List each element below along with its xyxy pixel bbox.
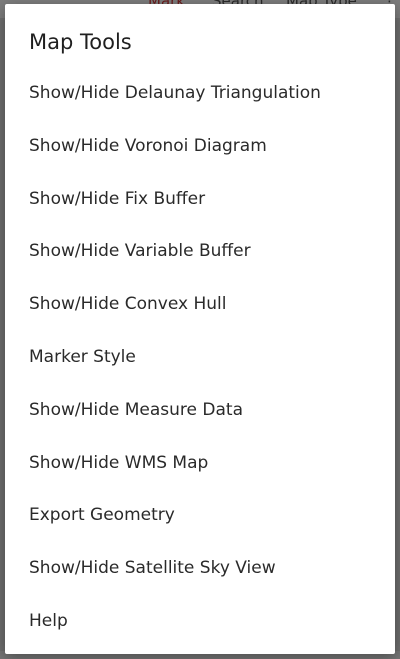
menu-item-convex-hull[interactable]: Show/Hide Convex Hull: [5, 278, 395, 331]
menu-item-wms-map[interactable]: Show/Hide WMS Map: [5, 437, 395, 490]
map-tools-menu: Show/Hide Delaunay Triangulation Show/Hi…: [5, 67, 395, 648]
map-tools-dialog: Map Tools Show/Hide Delaunay Triangulati…: [5, 4, 395, 654]
menu-item-satellite-sky-view[interactable]: Show/Hide Satellite Sky View: [5, 542, 395, 595]
menu-item-help[interactable]: Help: [5, 595, 395, 648]
dialog-title: Map Tools: [29, 30, 132, 54]
menu-item-delaunay-triangulation[interactable]: Show/Hide Delaunay Triangulation: [5, 67, 395, 120]
menu-item-marker-style[interactable]: Marker Style: [5, 331, 395, 384]
menu-item-export-geometry[interactable]: Export Geometry: [5, 489, 395, 542]
menu-item-voronoi-diagram[interactable]: Show/Hide Voronoi Diagram: [5, 120, 395, 173]
menu-item-fix-buffer[interactable]: Show/Hide Fix Buffer: [5, 173, 395, 226]
menu-item-measure-data[interactable]: Show/Hide Measure Data: [5, 384, 395, 437]
menu-item-variable-buffer[interactable]: Show/Hide Variable Buffer: [5, 225, 395, 278]
